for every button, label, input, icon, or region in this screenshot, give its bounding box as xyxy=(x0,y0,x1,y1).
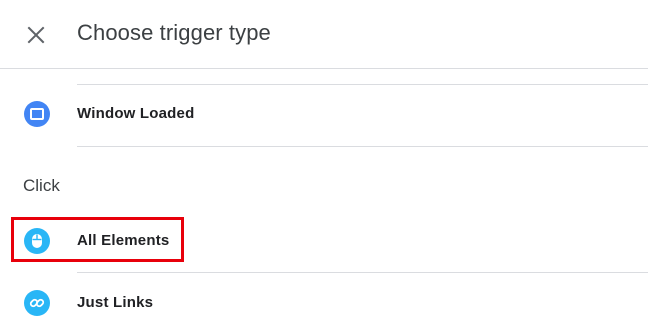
page-title: Choose trigger type xyxy=(77,20,271,45)
close-icon xyxy=(27,26,45,44)
trigger-item-label: Just Links xyxy=(77,294,154,311)
close-button[interactable] xyxy=(22,21,50,49)
trigger-type-panel: Choose trigger type Window Loaded Click … xyxy=(0,0,648,335)
divider xyxy=(77,272,648,273)
link-icon xyxy=(24,290,50,316)
trigger-item-label: Window Loaded xyxy=(77,105,195,122)
section-label-click: Click xyxy=(23,176,60,195)
trigger-item-window-loaded[interactable]: Window Loaded xyxy=(0,88,648,140)
trigger-item-just-links[interactable]: Just Links xyxy=(0,277,648,329)
panel-header: Choose trigger type xyxy=(0,0,648,69)
window-icon xyxy=(24,101,50,127)
divider xyxy=(77,146,648,147)
highlight-box xyxy=(11,217,184,262)
divider xyxy=(77,84,648,85)
